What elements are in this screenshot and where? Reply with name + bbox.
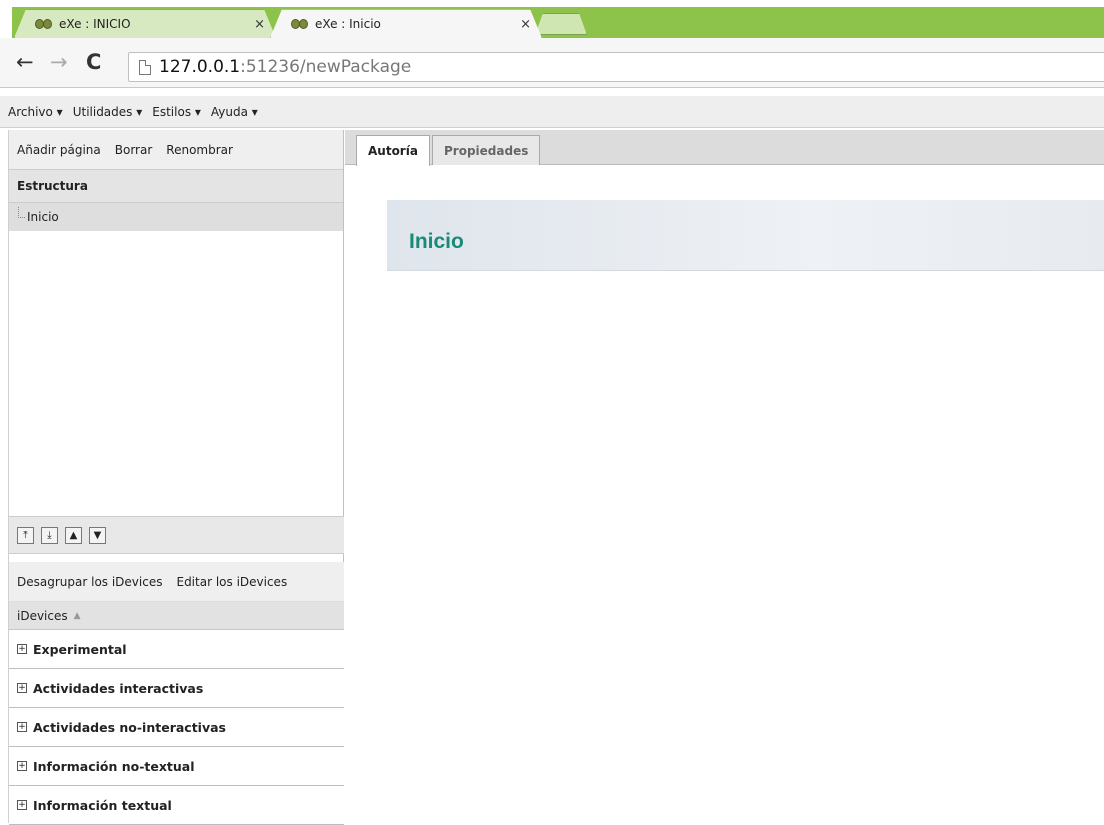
close-tab-icon[interactable]: ×: [520, 17, 531, 32]
expand-icon: +: [17, 644, 27, 654]
category-label: Información no-textual: [33, 758, 195, 774]
category-label: Información textual: [33, 797, 172, 813]
menu-utilidades[interactable]: Utilidades ▾: [73, 105, 143, 119]
category-label: Actividades interactivas: [33, 680, 204, 696]
category-informacion-textual[interactable]: + Información textual: [9, 786, 344, 825]
category-informacion-no-textual[interactable]: + Información no-textual: [9, 747, 344, 786]
category-label: Actividades no-interactivas: [33, 719, 226, 735]
idevices-toolbar: Desagrupar los iDevices Editar los iDevi…: [9, 562, 344, 602]
exe-favicon-icon: [291, 18, 309, 30]
move-down-icon[interactable]: ▼: [89, 526, 106, 544]
content-tabbar: Autoría Propiedades: [345, 130, 1104, 166]
expand-icon: +: [17, 683, 27, 693]
rename-page-button[interactable]: Renombrar: [166, 143, 233, 157]
delete-page-button[interactable]: Borrar: [115, 143, 153, 157]
expand-icon: +: [17, 722, 27, 732]
edit-idevices-button[interactable]: Editar los iDevices: [176, 575, 287, 589]
page-icon: [139, 59, 151, 75]
category-experimental[interactable]: + Experimental: [9, 630, 344, 669]
sort-ascending-icon: ▲: [73, 610, 81, 621]
idevices-column-header[interactable]: iDevices ▲: [9, 602, 344, 630]
idevice-categories: + Experimental + Actividades interactiva…: [9, 630, 344, 825]
expand-icon: +: [17, 761, 27, 771]
structure-toolbar: Añadir página Borrar Renombrar: [9, 130, 343, 170]
exe-favicon-icon: [35, 18, 53, 30]
menu-estilos[interactable]: Estilos ▾: [152, 105, 201, 119]
structure-header: Estructura: [9, 170, 343, 203]
page-header-banner: Inicio: [387, 200, 1104, 271]
reload-icon[interactable]: C: [86, 50, 101, 74]
menu-ayuda[interactable]: Ayuda ▾: [211, 105, 258, 119]
expand-icon: +: [17, 800, 27, 810]
tab-title: eXe : Inicio: [315, 17, 381, 31]
app-menubar: Archivo ▾ Utilidades ▾ Estilos ▾ Ayuda ▾: [0, 96, 1104, 128]
move-top-icon[interactable]: ⤒: [17, 526, 34, 544]
tree-node-inicio[interactable]: Inicio: [9, 203, 343, 231]
content-panel: Autoría Propiedades Inicio: [345, 130, 1104, 823]
category-actividades-no-interactivas[interactable]: + Actividades no-interactivas: [9, 708, 344, 747]
back-arrow-icon[interactable]: ←: [16, 50, 34, 74]
structure-tree: Inicio: [9, 203, 343, 488]
new-tab-button[interactable]: [535, 13, 587, 35]
browser-tab-inicio-active[interactable]: eXe : Inicio ×: [270, 9, 542, 38]
tab-propiedades[interactable]: Propiedades: [432, 135, 541, 165]
page-title: Inicio: [409, 230, 464, 253]
tab-title: eXe : INICIO: [59, 17, 131, 31]
forward-arrow-icon[interactable]: →: [50, 50, 68, 74]
browser-tab-strip: eXe : INICIO × eXe : Inicio ×: [0, 0, 1104, 38]
category-actividades-interactivas[interactable]: + Actividades interactivas: [9, 669, 344, 708]
ungroup-idevices-button[interactable]: Desagrupar los iDevices: [17, 575, 162, 589]
move-page-bar: ⤒ ⤓ ▲ ▼: [9, 516, 344, 554]
url-host: 127.0.0.1: [159, 57, 241, 77]
idevices-header-label: iDevices: [17, 608, 68, 623]
add-page-button[interactable]: Añadir página: [17, 143, 101, 157]
url-path: :51236/newPackage: [240, 57, 412, 77]
move-bottom-icon[interactable]: ⤓: [41, 526, 58, 544]
close-tab-icon[interactable]: ×: [254, 17, 265, 32]
address-bar[interactable]: 127.0.0.1:51236/newPackage: [128, 52, 1104, 82]
left-panel: Añadir página Borrar Renombrar Estructur…: [8, 130, 344, 825]
move-up-icon[interactable]: ▲: [65, 526, 82, 544]
browser-tab-inicio-upper[interactable]: eXe : INICIO ×: [14, 9, 276, 38]
menu-archivo[interactable]: Archivo ▾: [8, 105, 63, 119]
tab-autoria[interactable]: Autoría: [356, 135, 430, 166]
category-label: Experimental: [33, 641, 127, 657]
